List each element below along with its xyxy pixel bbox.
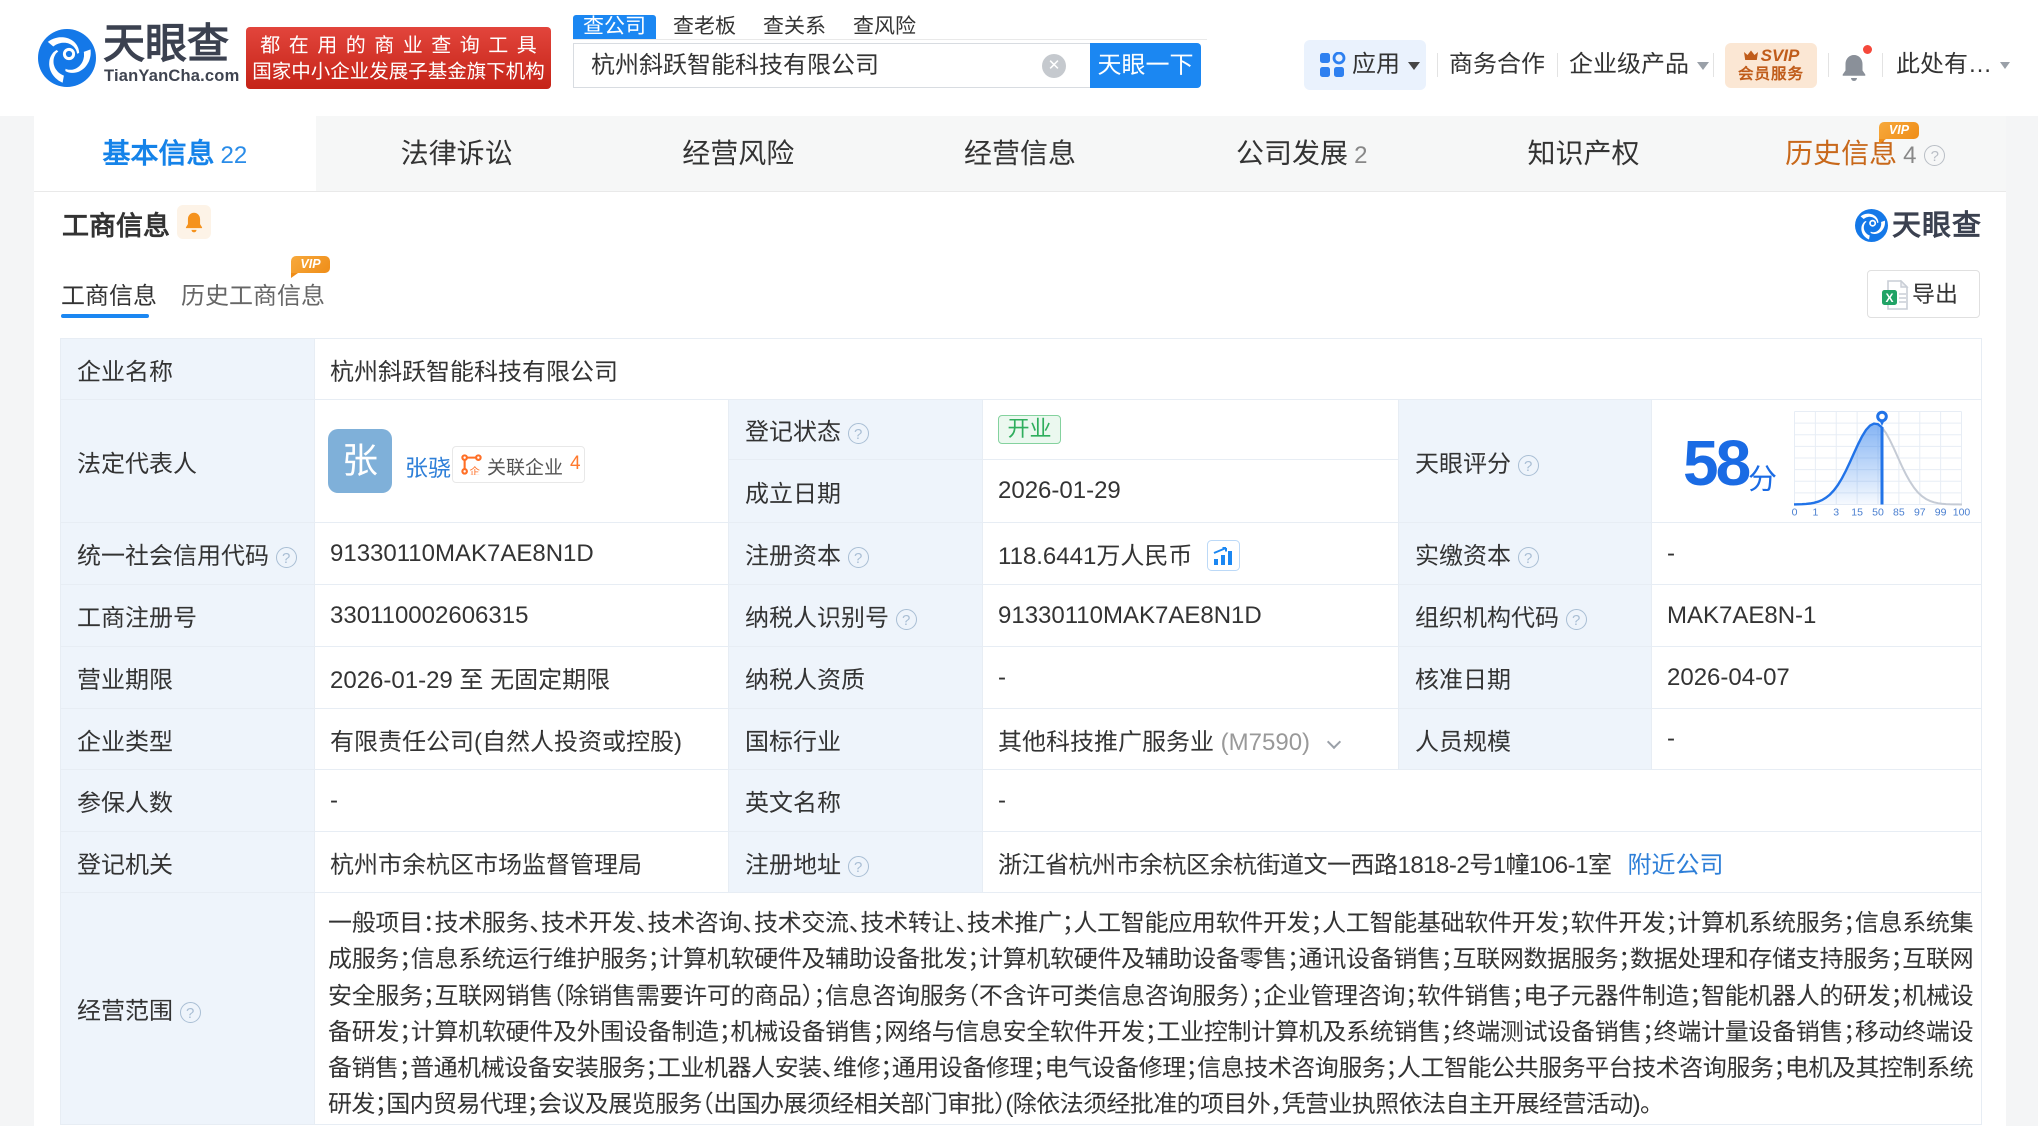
svg-text:85: 85 bbox=[1893, 507, 1905, 519]
svg-text:0: 0 bbox=[1792, 507, 1798, 519]
svg-text:99: 99 bbox=[1935, 507, 1947, 519]
svg-text:1: 1 bbox=[1812, 507, 1818, 519]
svg-text:50: 50 bbox=[1872, 507, 1884, 519]
svg-text:97: 97 bbox=[1914, 507, 1926, 519]
svg-text:X: X bbox=[1885, 291, 1893, 305]
svg-text:100: 100 bbox=[1953, 507, 1971, 519]
svg-text:15: 15 bbox=[1851, 507, 1863, 519]
svg-text:3: 3 bbox=[1833, 507, 1839, 519]
svg-text:企: 企 bbox=[469, 464, 480, 475]
